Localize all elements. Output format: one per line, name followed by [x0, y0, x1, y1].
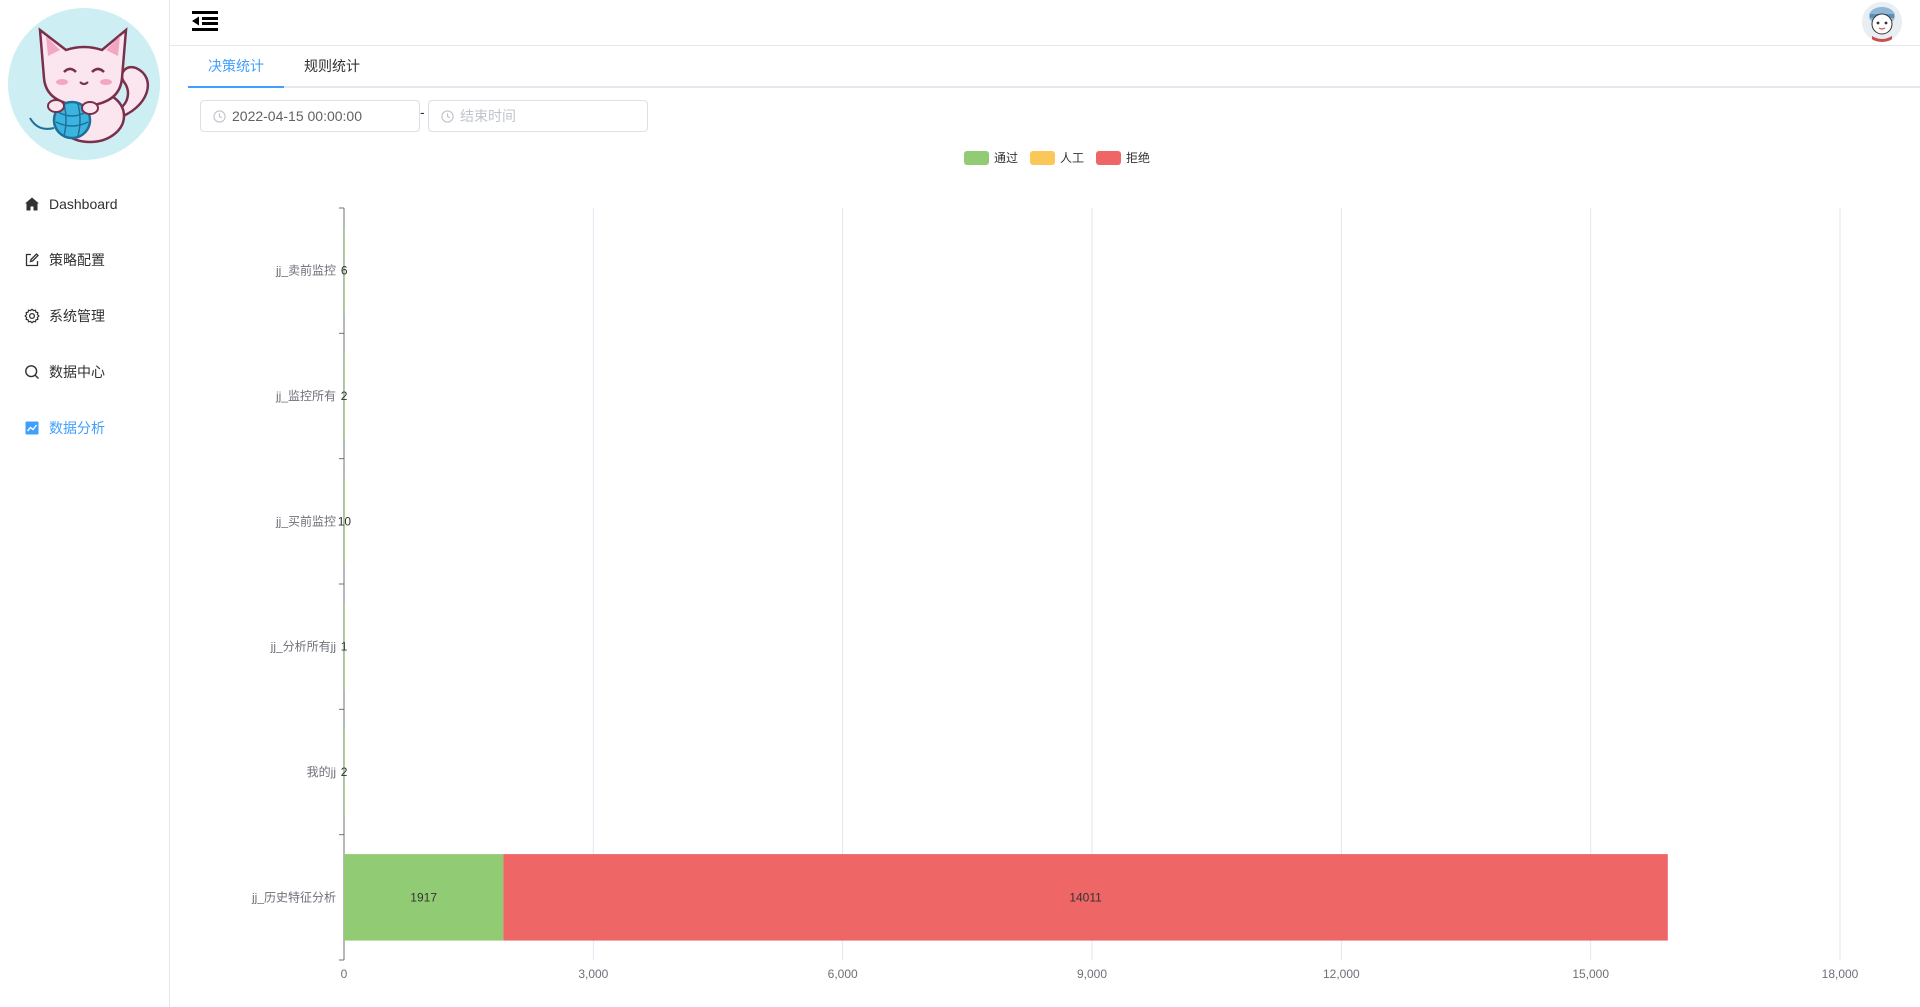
- legend-label: 人工: [1060, 151, 1084, 165]
- logo-avatar: [8, 8, 160, 160]
- legend-label: 拒绝: [1126, 150, 1150, 165]
- legend-swatch: [964, 151, 989, 165]
- decision-stats-chart: 通过 人工 拒绝 0 3,000 6,000 9,000 12,000 15,000 18,000…: [188, 140, 1920, 1000]
- sidebar-item-dashboard[interactable]: Dashboard: [0, 176, 169, 232]
- date-range-separator: -: [420, 104, 425, 120]
- legend-swatch: [1096, 151, 1121, 165]
- sidebar-item-label: 策略配置: [49, 252, 105, 268]
- y-category-label: 我的jj: [307, 764, 336, 779]
- legend-swatch: [1030, 151, 1055, 165]
- chart-svg: 通过 人工 拒绝 0 3,000 6,000 9,000 12,000 15,000 18,000…: [251, 150, 1859, 981]
- tab-label: 决策统计: [208, 58, 264, 74]
- menu-fold-icon[interactable]: [192, 10, 218, 32]
- end-time-input[interactable]: 结束时间: [428, 100, 648, 132]
- home-icon: [24, 196, 40, 212]
- sidebar-item-data-analysis[interactable]: 数据分析: [0, 400, 169, 456]
- legend-label: 通过: [994, 151, 1018, 165]
- y-category-label: jj_监控所有: [275, 389, 336, 403]
- bar-data-label: 10: [338, 514, 352, 528]
- bar-data-label: 14011: [1069, 890, 1102, 904]
- sidebar-item-label: 数据中心: [49, 364, 105, 380]
- bar-data-label: 2: [341, 389, 348, 403]
- tab-bar: 决策统计 规则统计: [188, 46, 1920, 88]
- x-tick-label: 0: [341, 967, 348, 981]
- user-avatar-icon: [1862, 2, 1902, 42]
- side-menu: Dashboard 策略配置 系统管理 数据中心 数据分析: [0, 176, 169, 456]
- tab-rule-stats[interactable]: 规则统计: [284, 46, 380, 88]
- search-icon: [24, 364, 40, 380]
- user-avatar[interactable]: [1862, 2, 1902, 42]
- sidebar-item-strategy-config[interactable]: 策略配置: [0, 232, 169, 288]
- sidebar-item-label: Dashboard: [49, 196, 118, 212]
- x-tick-label: 18,000: [1822, 967, 1859, 981]
- y-category-label: jj_卖前监控: [275, 263, 336, 278]
- y-category-label: jj_历史特征分析: [251, 889, 336, 904]
- clock-icon: [441, 109, 454, 123]
- y-category-label: jj_买前监控: [275, 513, 336, 528]
- bar-data-label: 1917: [410, 890, 437, 904]
- bar-data-label: 6: [341, 264, 348, 278]
- chart-icon: [24, 420, 40, 436]
- cat-logo-icon: [8, 8, 160, 160]
- end-time-placeholder: 结束时间: [460, 108, 516, 124]
- sidebar-item-label: 数据分析: [49, 420, 105, 436]
- bar-data-label: 1: [341, 640, 348, 654]
- start-time-input[interactable]: 2022-04-15 00:00:00: [200, 100, 420, 132]
- sidebar-item-data-center[interactable]: 数据中心: [0, 344, 169, 400]
- x-tick-label: 15,000: [1572, 967, 1609, 981]
- gear-icon: [24, 308, 40, 324]
- tab-decision-stats[interactable]: 决策统计: [188, 46, 284, 88]
- edit-icon: [24, 252, 40, 268]
- sidebar-item-label: 系统管理: [49, 308, 105, 324]
- tab-active-indicator: [188, 86, 284, 88]
- tab-label: 规则统计: [304, 58, 360, 74]
- sidebar: Dashboard 策略配置 系统管理 数据中心 数据分析: [0, 0, 170, 1007]
- clock-icon: [213, 109, 226, 123]
- top-header: [170, 0, 1920, 46]
- start-time-value: 2022-04-15 00:00:00: [232, 108, 362, 124]
- x-tick-label: 6,000: [828, 967, 858, 981]
- bar-data-label: 2: [341, 765, 348, 779]
- x-tick-label: 3,000: [578, 967, 608, 981]
- x-tick-label: 12,000: [1323, 967, 1360, 981]
- y-category-label: jj_分析所有jj: [270, 640, 336, 654]
- sidebar-item-system-management[interactable]: 系统管理: [0, 288, 169, 344]
- x-tick-label: 9,000: [1077, 967, 1107, 981]
